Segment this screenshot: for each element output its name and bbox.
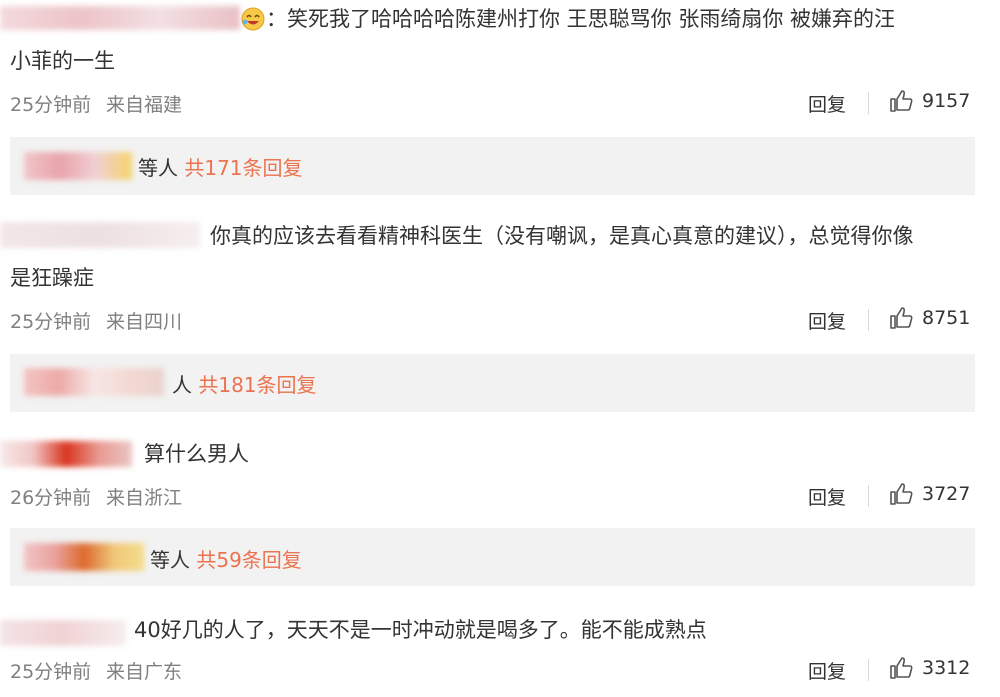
comment-time: 25分钟前 xyxy=(10,661,92,683)
thumbs-up-icon[interactable] xyxy=(888,481,914,507)
comment-text: 算什么男人 xyxy=(144,442,249,466)
blurred-username xyxy=(0,441,132,467)
like-count: 8751 xyxy=(922,307,971,329)
comment-text: 你真的应该去看看精神科医生（没有嘲讽，是真心真意的建议），总觉得你像 xyxy=(210,224,914,248)
reply-summary[interactable]: 人 共181条回复 xyxy=(172,369,317,398)
comment-time: 25分钟前 xyxy=(10,94,92,116)
reply-button[interactable]: 回复 xyxy=(808,657,846,684)
thumbs-up-icon[interactable] xyxy=(888,305,914,331)
comment-text-continued: 是狂躁症 xyxy=(10,266,94,290)
thumbs-up-icon[interactable] xyxy=(888,88,914,114)
reply-summary[interactable]: 等人 共171条回复 xyxy=(138,152,303,181)
reply-button[interactable]: 回复 xyxy=(808,483,846,510)
blurred-username xyxy=(0,222,200,248)
reply-count-link[interactable]: 共181条回复 xyxy=(198,373,316,397)
blurred-reply-avatars xyxy=(24,152,132,180)
reply-button[interactable]: 回复 xyxy=(808,90,846,117)
comment-location: 来自四川 xyxy=(106,311,183,333)
comment-time: 26分钟前 xyxy=(10,487,92,509)
comment-text: ：笑死我了哈哈哈哈陈建州打你 王思聪骂你 张雨绮扇你 被嫌弃的汪 xyxy=(266,7,896,31)
blurred-username xyxy=(0,620,126,646)
action-divider xyxy=(868,309,869,331)
like-count: 3727 xyxy=(922,483,971,505)
reply-summary[interactable]: 等人 共59条回复 xyxy=(150,544,302,573)
reply-count-link[interactable]: 共59条回复 xyxy=(196,548,301,572)
blurred-reply-avatars xyxy=(24,368,164,396)
reply-summary-prefix: 人 xyxy=(172,373,192,397)
reply-summary-prefix: 等人 xyxy=(138,156,178,180)
comment-location: 来自浙江 xyxy=(106,487,183,509)
reply-count-link[interactable]: 共171条回复 xyxy=(184,156,302,180)
comment-time: 25分钟前 xyxy=(10,311,92,333)
comment-location: 来自广东 xyxy=(106,661,183,683)
like-count: 9157 xyxy=(922,90,971,112)
reply-summary-prefix: 等人 xyxy=(150,548,190,572)
action-divider xyxy=(868,659,869,681)
comment-text-continued: 小菲的一生 xyxy=(10,49,115,73)
comment-location: 来自福建 xyxy=(106,94,183,116)
action-divider xyxy=(868,485,869,507)
blurred-username xyxy=(0,6,240,30)
blurred-reply-avatars xyxy=(24,543,144,571)
action-divider xyxy=(868,92,869,114)
comment-text: 40好几的人了，天天不是一时冲动就是喝多了。能不能成熟点 xyxy=(134,618,707,642)
thumbs-up-icon[interactable] xyxy=(888,655,914,681)
like-count: 3312 xyxy=(922,657,971,679)
reply-button[interactable]: 回复 xyxy=(808,307,846,334)
laughing-emoji-icon xyxy=(240,6,266,32)
